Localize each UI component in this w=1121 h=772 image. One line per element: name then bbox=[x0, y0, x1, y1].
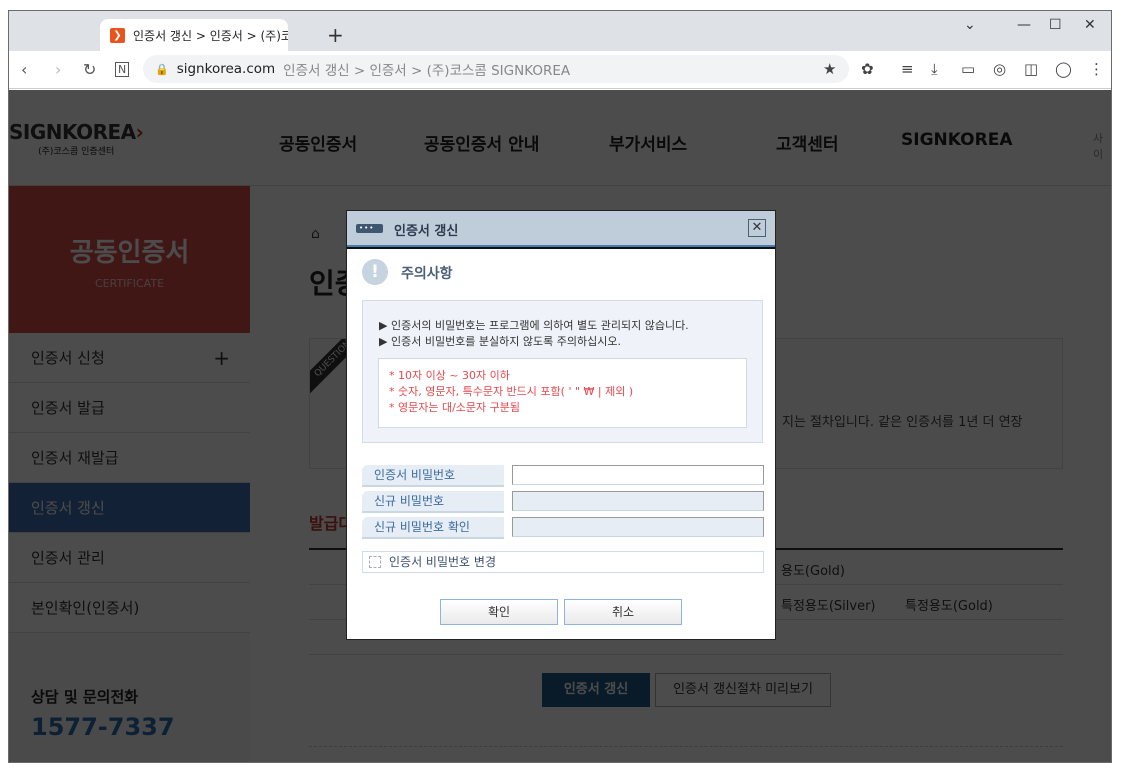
logo-sub: (주)코스콤 인증센터 bbox=[38, 147, 115, 157]
dialog-title: 인증서 갱신 bbox=[394, 224, 459, 239]
back-icon[interactable]: ‹ bbox=[21, 60, 27, 79]
site-logo[interactable]: SIGNKOREA› (주)코스콤 인증센터 bbox=[9, 120, 144, 157]
reload-icon[interactable]: ↻ bbox=[83, 60, 96, 79]
bookmark-star-icon[interactable]: ★ bbox=[823, 60, 836, 78]
site-header: SIGNKOREA› (주)코스콤 인증센터 공동인증서 공동인증서 안내 부가서… bbox=[9, 90, 1111, 186]
password-key-icon: ••• bbox=[356, 224, 383, 233]
confirm-password-label: 신규 비밀번호 확인 bbox=[362, 517, 504, 539]
menu-icon[interactable]: ⋮ bbox=[1089, 60, 1104, 78]
dialog-titlebar: ••• 인증서 갱신 ✕ bbox=[347, 211, 775, 247]
current-password-input[interactable] bbox=[512, 465, 764, 485]
cell: 특정용도(Silver) bbox=[781, 599, 876, 614]
video-icon[interactable]: ▭ bbox=[961, 60, 975, 78]
playlist-icon[interactable]: ≡ bbox=[901, 60, 914, 78]
logo-text: SIGNKOREA bbox=[9, 120, 136, 144]
contact-info: 상담 및 문의전화 1577-7337 bbox=[31, 686, 175, 741]
web-page: SIGNKOREA› (주)코스콤 인증센터 공동인증서 공동인증서 안내 부가서… bbox=[9, 90, 1111, 762]
description: 지는 절차입니다. 같은 인증서를 1년 더 연장 bbox=[782, 415, 1023, 430]
hero-title: 공동인증서 bbox=[69, 238, 190, 268]
current-password-label: 인증서 비밀번호 bbox=[362, 465, 504, 487]
close-window-icon[interactable]: ✕ bbox=[1084, 17, 1096, 33]
sidebar-item-reissue[interactable]: 인증서 재발급 bbox=[9, 433, 250, 483]
sidebar: 공동인증서 CERTIFICATE 인증서 신청 + 인증서 발급 인증서 재발급 … bbox=[9, 186, 250, 762]
cancel-button[interactable]: 취소 bbox=[564, 599, 682, 625]
confirm-password-input[interactable] bbox=[512, 517, 764, 537]
sidebar-hero: 공동인증서 CERTIFICATE bbox=[9, 186, 250, 333]
ok-button[interactable]: 확인 bbox=[440, 599, 558, 625]
profile-icon[interactable]: ◯ bbox=[1055, 60, 1072, 78]
warning-title: 주의사항 bbox=[401, 266, 453, 282]
download-icon[interactable]: ⤓ bbox=[931, 60, 938, 78]
contact-label: 상담 및 문의전화 bbox=[31, 688, 139, 706]
nav-item[interactable]: 부가서비스 bbox=[609, 130, 687, 155]
checkbox-icon[interactable] bbox=[369, 556, 381, 568]
notice-text: 인증서의 비밀번호는 프로그램에 의하여 별도 관리되지 않습니다. bbox=[390, 319, 689, 332]
notice-line: ▶ 인증서 비밀번호를 분실하지 않도록 주의하십시오. bbox=[379, 335, 621, 348]
rule: * 숫자, 영문자, 특수문자 반드시 포함( ' " ₩ | 제외 ) bbox=[389, 385, 634, 398]
site-favicon-icon: ❯ bbox=[110, 27, 125, 43]
divider bbox=[309, 746, 1063, 747]
password-rules: * 10자 이상 ~ 30자 이하 * 숫자, 영문자, 특수문자 반드시 포함… bbox=[378, 358, 747, 428]
url-path: 인증서 갱신 > 인증서 > (주)코스콤 SIGNKOREA bbox=[283, 63, 571, 79]
split-view-icon[interactable]: ◫ bbox=[1024, 60, 1038, 78]
url-input[interactable]: 🔒 signkorea.com 인증서 갱신 > 인증서 > (주)코스콤 SIGN… bbox=[143, 55, 849, 83]
nav-item[interactable]: 공동인증서 bbox=[279, 130, 357, 155]
dialog-close-button[interactable]: ✕ bbox=[748, 219, 766, 237]
tab-title: 인증서 갱신 > 인증서 > (주)코스콤 SIGNKOREA bbox=[133, 28, 288, 43]
sidebar-item-issue[interactable]: 인증서 발급 bbox=[9, 383, 250, 433]
capture-icon[interactable]: ◎ bbox=[993, 60, 1006, 78]
nav-item[interactable]: SIGNKOREA bbox=[901, 130, 1012, 150]
notice-box: ▶ 인증서의 비밀번호는 프로그램에 의하여 별도 관리되지 않습니다. ▶ 인… bbox=[362, 300, 763, 443]
browser-window: ❯ 인증서 갱신 > 인증서 > (주)코스콤 SIGNKOREA + ⌄ — ☐… bbox=[8, 10, 1112, 763]
preview-button[interactable]: 인증서 갱신절차 미리보기 bbox=[655, 673, 831, 707]
forward-icon[interactable]: › bbox=[55, 60, 61, 79]
nav-item[interactable]: 고객센터 bbox=[776, 130, 839, 155]
notice-line: ▶ 인증서의 비밀번호는 프로그램에 의하여 별도 관리되지 않습니다. bbox=[379, 319, 689, 332]
plus-icon[interactable]: + bbox=[213, 333, 230, 383]
logo-chevron-icon: › bbox=[135, 120, 144, 144]
checkbox-label: 인증서 비밀번호 변경 bbox=[389, 555, 496, 569]
rule: * 10자 이상 ~ 30자 이하 bbox=[389, 369, 510, 382]
new-tab-button[interactable]: + bbox=[327, 23, 344, 47]
item-label: 인증서 신청 bbox=[31, 349, 105, 367]
sidebar-item-apply[interactable]: 인증서 신청 + bbox=[9, 333, 250, 383]
nav-item[interactable]: 공동인증서 안내 bbox=[424, 130, 539, 155]
url-domain: signkorea.com bbox=[176, 61, 276, 77]
new-password-input[interactable] bbox=[512, 491, 764, 511]
cell: 용도(Gold) bbox=[781, 564, 845, 579]
address-bar: ‹ › ↻ N 🔒 signkorea.com 인증서 갱신 > 인증서 > (주)… bbox=[9, 51, 1111, 89]
sitemap-link[interactable]: 사이 bbox=[1093, 130, 1111, 162]
tab-bar: ❯ 인증서 갱신 > 인증서 > (주)코스콤 SIGNKOREA + ⌄ — ☐… bbox=[9, 11, 1111, 51]
cell: 특정용도(Gold) bbox=[905, 599, 993, 614]
sidebar-item-identity[interactable]: 본인확인(인증서) bbox=[9, 583, 250, 633]
rule: * 영문자는 대/소문자 구분됨 bbox=[389, 401, 521, 414]
sidebar-item-renew[interactable]: 인증서 갱신 bbox=[9, 483, 250, 533]
renew-dialog: ••• 인증서 갱신 ✕ ! 주의사항 ▶ 인증서의 비밀번호는 프로그램에 의… bbox=[346, 210, 776, 640]
home-icon[interactable]: ⌂ bbox=[311, 226, 320, 242]
renew-button[interactable]: 인증서 갱신 bbox=[542, 673, 650, 707]
warning-icon: ! bbox=[362, 259, 388, 285]
maximize-icon[interactable]: ☐ bbox=[1049, 17, 1062, 33]
notice-text: 인증서 비밀번호를 분실하지 않도록 주의하십시오. bbox=[390, 335, 621, 348]
hero-sub: CERTIFICATE bbox=[94, 277, 165, 290]
tab-search-icon[interactable]: ⌄ bbox=[964, 17, 976, 33]
minimize-icon[interactable]: — bbox=[1017, 17, 1031, 33]
browser-tab[interactable]: ❯ 인증서 갱신 > 인증서 > (주)코스콤 SIGNKOREA bbox=[100, 19, 288, 51]
new-password-label: 신규 비밀번호 bbox=[362, 491, 504, 513]
reader-icon[interactable]: N bbox=[115, 62, 130, 77]
lock-icon: 🔒 bbox=[155, 62, 169, 76]
contact-tel: 1577-7337 bbox=[31, 713, 175, 741]
sidebar-item-manage[interactable]: 인증서 관리 bbox=[9, 533, 250, 583]
change-password-checkbox[interactable]: 인증서 비밀번호 변경 bbox=[362, 551, 764, 573]
extensions-icon[interactable]: ✿ bbox=[861, 60, 874, 78]
